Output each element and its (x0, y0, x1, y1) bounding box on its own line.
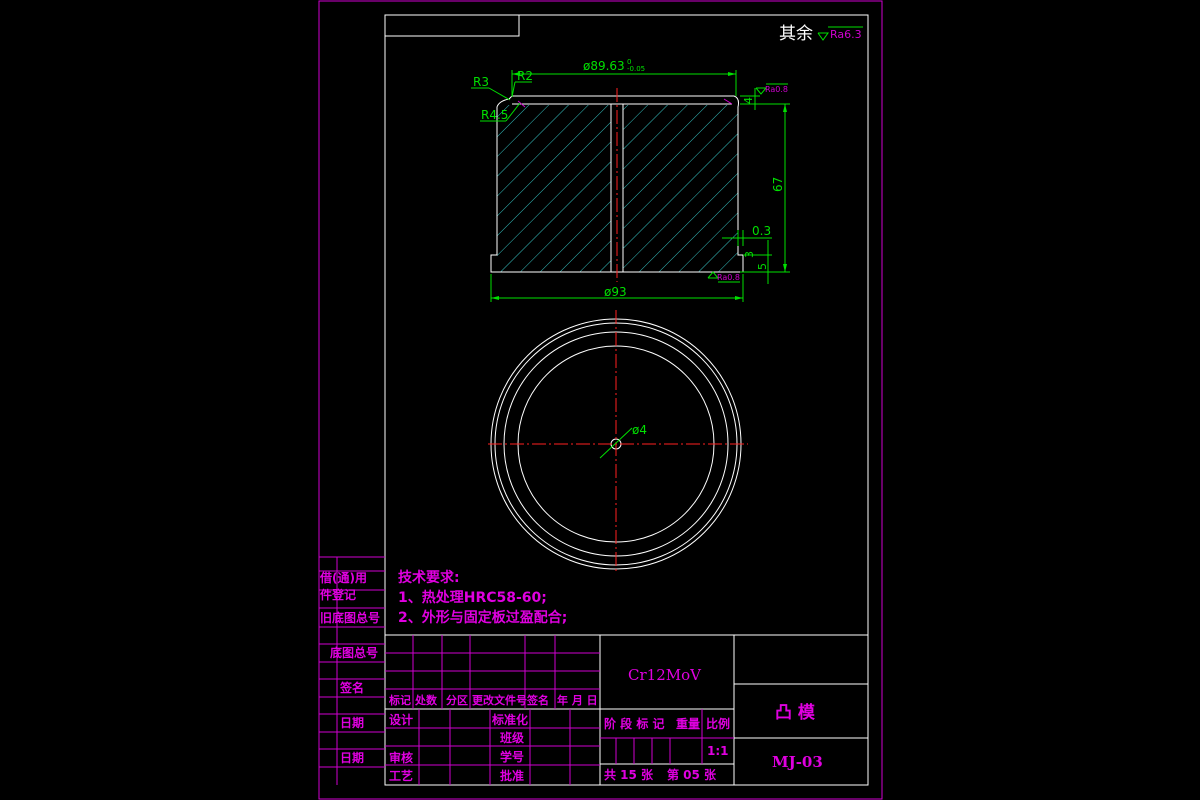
mid-row-2: 班级 (500, 730, 524, 745)
tech-req-item-2: 2、外形与固定板过盈配合; (398, 609, 567, 626)
dim-4-text: 4 (742, 97, 755, 104)
dim-5-text: 5 (756, 263, 769, 270)
mid-row-1: 标准化 (491, 712, 528, 727)
rev-header-5: 签名 (526, 693, 549, 707)
r2-label: R2 (517, 69, 533, 83)
material-text: Cr12MoV (628, 666, 702, 684)
corner-note-roughness: Ra6.3 (830, 28, 862, 41)
tech-req-title: 技术要求: (398, 569, 460, 586)
sheet-number: 第 05 张 (667, 767, 717, 782)
side-label-5: 签名 (339, 680, 364, 695)
scale-value: 1:1 (707, 744, 729, 758)
top-diameter-text: ø89.63 (583, 59, 625, 73)
hole-diameter-text: ø4 (632, 423, 647, 437)
top-diameter-lower: -0.05 (627, 65, 645, 73)
rev-header-3: 分区 (446, 693, 468, 707)
tech-req-item-1: 1、热处理HRC58-60; (398, 589, 547, 606)
side-registration-column: 借(通)用 件登记 旧底图总号 底图总号 签名 日期 日期 (319, 556, 385, 785)
part-name-text: 凸 模 (775, 702, 816, 723)
rev-header-2: 处数 (414, 693, 438, 707)
dim-3-text: 3 (743, 251, 756, 258)
mid-row-3: 学号 (500, 749, 524, 764)
side-label-6: 日期 (340, 715, 364, 730)
side-label-3: 旧底图总号 (320, 610, 380, 625)
plan-view: ø4 (488, 310, 748, 572)
mid-row-4: 批准 (500, 768, 524, 783)
left-row-2: 审核 (389, 750, 413, 765)
dim-03-text: 0.3 (752, 224, 771, 238)
r3-label: R3 (473, 75, 489, 89)
section-view (490, 88, 744, 282)
dim-top-diameter: ø89.63 0 -0.05 (511, 58, 737, 96)
dim-67-text: 67 (771, 177, 785, 192)
corner-roughness-note: 其余 Ra6.3 (779, 24, 863, 44)
side-label-1: 借(通)用 (319, 570, 367, 585)
left-row-3: 工艺 (389, 768, 413, 783)
title-block: Cr12MoV 凸 模 MJ-03 标记 处数 分区 更改文件号 签名 年 月 … (385, 634, 868, 785)
dim-bottom-diameter: ø93 (490, 274, 744, 302)
top-left-box (384, 14, 520, 37)
side-label-2: 件登记 (320, 587, 356, 602)
weight-header: 重量 (676, 716, 700, 731)
r45-label: R4.5 (481, 108, 508, 122)
rev-header-6: 年 月 日 (557, 693, 598, 707)
ra08-top: Ra0.8 (765, 85, 788, 94)
stage-header: 阶 段 标 记 (604, 716, 665, 731)
rev-header-1: 标记 (388, 693, 411, 707)
left-row-1: 设计 (389, 712, 413, 727)
sheets-total: 共 15 张 (604, 767, 654, 782)
ra08-bottom: Ra0.8 (717, 273, 740, 282)
bottom-diameter-text: ø93 (604, 285, 627, 299)
rev-header-4: 更改文件号 (472, 693, 527, 707)
cad-drawing: 其余 Ra6.3 ø89.63 0 -0.05 R3 R2 R4.5 4 Ra0… (318, 0, 883, 800)
corner-note-prefix: 其余 (779, 24, 813, 44)
drawing-number-text: MJ-03 (772, 753, 823, 771)
technical-requirements: 技术要求: 1、热处理HRC58-60; 2、外形与固定板过盈配合; (398, 569, 567, 626)
scale-header: 比例 (706, 716, 730, 731)
side-label-4: 底图总号 (330, 645, 378, 660)
side-label-7: 日期 (340, 750, 364, 765)
